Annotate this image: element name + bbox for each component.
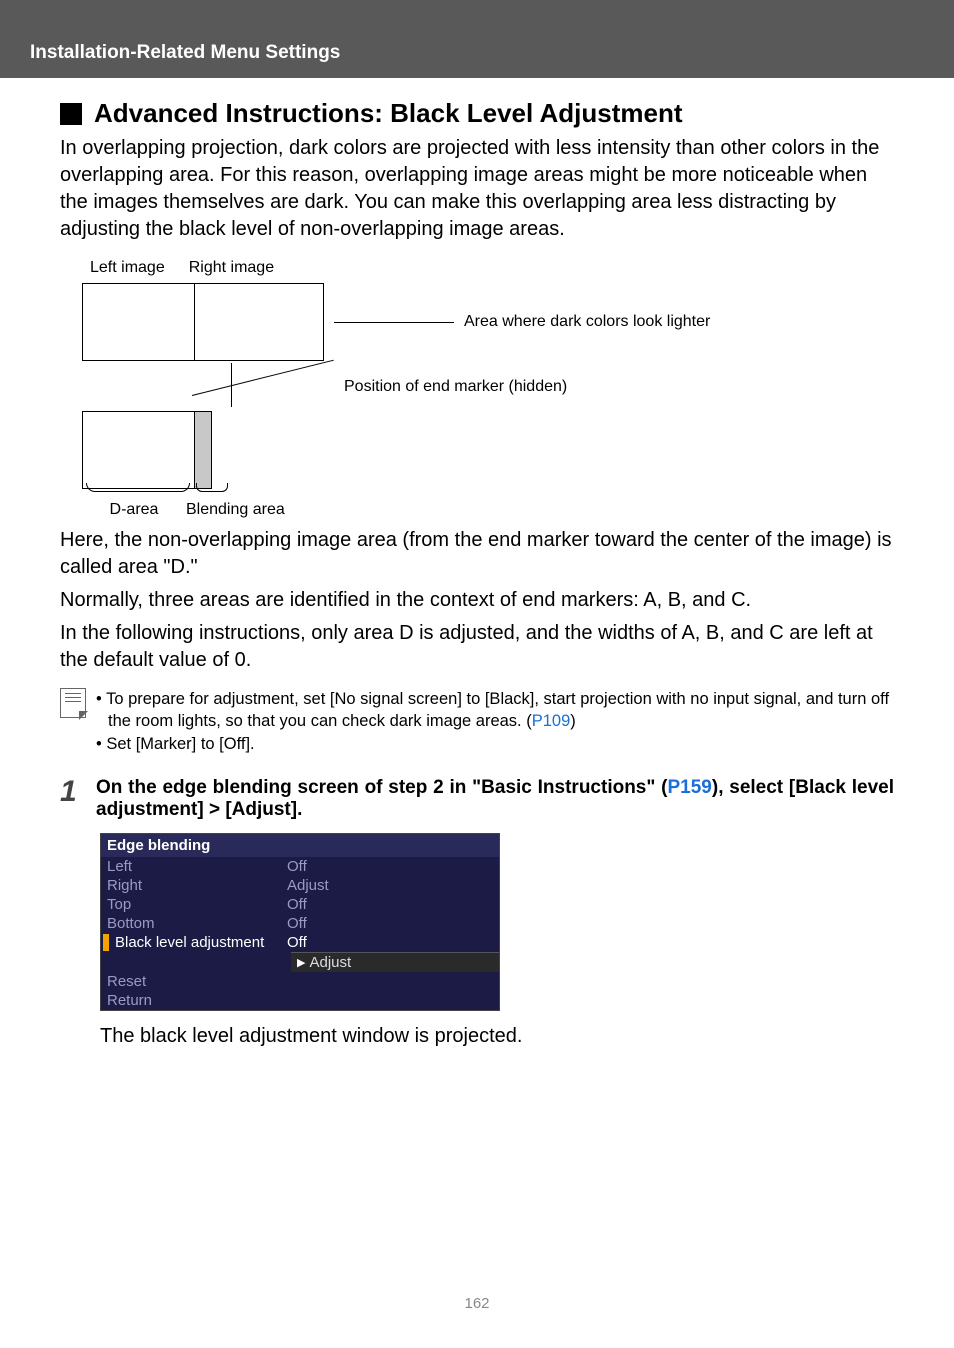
triangle-right-icon: ▶	[297, 956, 305, 969]
header-title: Installation-Related Menu Settings	[30, 42, 954, 64]
square-bullet-icon	[60, 103, 82, 125]
link-p109[interactable]: P109	[532, 712, 571, 730]
step-text: On the edge blending screen of step 2 in…	[96, 777, 894, 821]
menu-row-left[interactable]: LeftOff	[101, 857, 499, 876]
link-p159[interactable]: P159	[668, 777, 712, 798]
menu-row-reset[interactable]: Reset	[101, 972, 499, 991]
section-heading: Advanced Instructions: Black Level Adjus…	[60, 98, 894, 129]
diagram-right-box	[194, 283, 324, 361]
diagram-position-label: Position of end marker (hidden)	[344, 378, 567, 396]
note-item-1: To prepare for adjustment, set [No signa…	[108, 688, 894, 733]
menu-row-top[interactable]: TopOff	[101, 895, 499, 914]
diagram-left-box	[82, 283, 212, 361]
menu-row-right[interactable]: RightAdjust	[101, 876, 499, 895]
diagram-leader-line	[334, 322, 454, 323]
note-list: To prepare for adjustment, set [No signa…	[96, 688, 894, 755]
edge-blending-menu: Edge blending LeftOff RightAdjust TopOff…	[100, 833, 500, 1011]
intro-paragraph: In overlapping projection, dark colors a…	[60, 135, 894, 243]
menu-submenu-adjust[interactable]: ▶Adjust	[291, 952, 499, 972]
menu-title: Edge blending	[101, 834, 499, 857]
paragraph-widths: In the following instructions, only area…	[60, 620, 894, 674]
diagram-left-image-label: Left image	[90, 259, 165, 277]
diagram-single-box	[82, 411, 212, 489]
diagram-blending-area-label: Blending area	[186, 501, 306, 519]
note-item-2: Set [Marker] to [Off].	[108, 733, 894, 755]
page-content: Advanced Instructions: Black Level Adjus…	[0, 78, 954, 1048]
paragraph-abc: Normally, three areas are identified in …	[60, 587, 894, 614]
diagram-single-strip	[194, 411, 212, 489]
step-number: 1	[60, 777, 96, 821]
note-block: To prepare for adjustment, set [No signa…	[60, 688, 894, 755]
section-title: Advanced Instructions: Black Level Adjus…	[94, 98, 683, 129]
after-menu-text: The black level adjustment window is pro…	[100, 1025, 894, 1048]
menu-row-black-level[interactable]: Black level adjustmentOff	[101, 933, 499, 952]
menu-row-return[interactable]: Return	[101, 991, 499, 1010]
page-header: Installation-Related Menu Settings	[0, 0, 954, 78]
overlap-diagram: Left image Right image Area where dark c…	[82, 259, 894, 519]
step-1: 1 On the edge blending screen of step 2 …	[60, 777, 894, 821]
menu-row-bottom[interactable]: BottomOff	[101, 914, 499, 933]
diagram-d-area-label: D-area	[82, 501, 186, 519]
diagram-right-image-label: Right image	[189, 259, 274, 277]
page-number: 162	[0, 1295, 954, 1312]
diagram-area-label: Area where dark colors look lighter	[464, 313, 710, 331]
paragraph-d-area: Here, the non-overlapping image area (fr…	[60, 527, 894, 581]
diagram-marker-pointer	[82, 367, 232, 407]
note-icon	[60, 688, 86, 718]
